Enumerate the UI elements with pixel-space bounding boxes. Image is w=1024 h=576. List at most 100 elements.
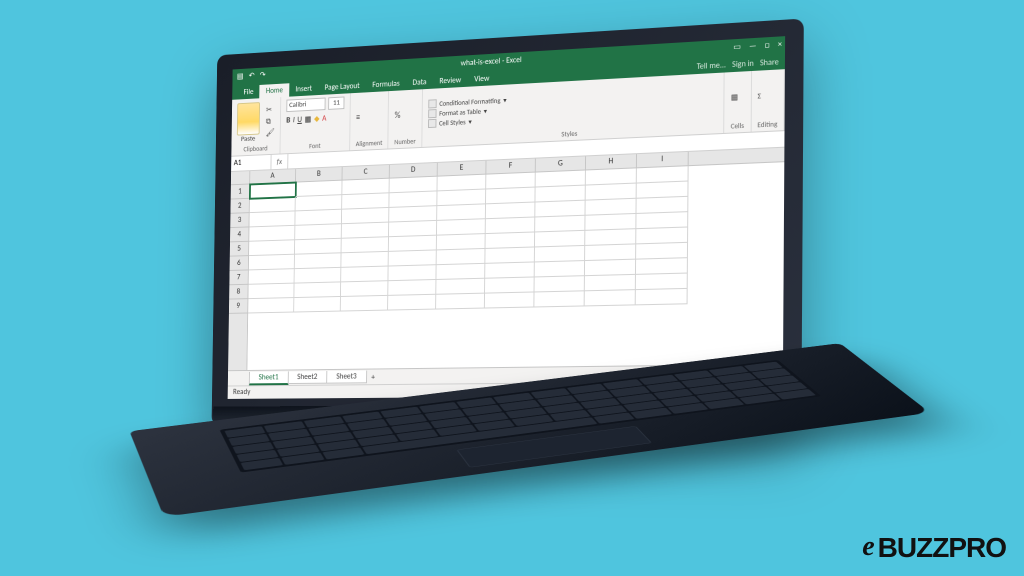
cell[interactable] [636,227,688,244]
cell[interactable] [294,268,341,284]
cell[interactable] [486,217,536,234]
cell[interactable] [636,197,688,214]
cell[interactable] [437,234,486,250]
cell[interactable] [249,269,295,285]
cell[interactable] [636,289,688,305]
copy-icon[interactable]: ⧉ [266,117,275,127]
cell[interactable] [585,244,636,261]
row-header[interactable]: 2 [230,199,249,214]
cell[interactable] [389,250,437,266]
cell[interactable] [248,298,294,313]
minimize-icon[interactable]: — [749,41,756,52]
col-header[interactable]: G [536,156,586,171]
cell[interactable] [535,231,585,248]
cell[interactable] [389,221,437,237]
cell[interactable] [249,226,295,242]
save-icon[interactable]: ▤ [237,72,244,82]
cell[interactable] [341,281,388,297]
maximize-icon[interactable]: □ [765,40,770,51]
cell[interactable] [249,255,295,271]
row-header[interactable]: 7 [229,270,248,285]
cell[interactable] [534,276,584,292]
italic-button[interactable]: I [293,115,295,125]
cell[interactable] [534,291,584,307]
col-header[interactable]: D [390,163,438,178]
cell[interactable] [295,210,342,226]
fx-icon[interactable]: fx [271,157,287,167]
cell[interactable] [535,216,585,233]
cell[interactable] [535,261,585,277]
cell[interactable] [437,204,486,221]
row-header[interactable]: 8 [229,285,248,300]
col-header[interactable]: I [637,152,689,167]
row-header[interactable]: 5 [230,242,249,257]
row-header[interactable]: 1 [231,184,250,199]
cell[interactable] [636,274,688,291]
share-button[interactable]: Share [760,57,779,68]
ribbon-options-icon[interactable]: ▭ [733,42,741,53]
cell[interactable] [388,280,436,296]
cell[interactable] [294,282,341,298]
cut-icon[interactable]: ✂ [266,105,275,115]
format-painter-icon[interactable]: 🖌 [266,128,275,138]
cell[interactable] [585,290,636,306]
cell[interactable] [485,277,535,293]
cell[interactable] [485,232,535,248]
cell[interactable] [341,296,389,312]
bold-button[interactable]: B [286,116,290,126]
cell[interactable] [436,294,485,310]
cell[interactable] [342,223,389,239]
cell[interactable] [248,284,294,300]
undo-icon[interactable]: ↶ [249,71,255,81]
font-name-select[interactable]: Calibri [286,98,325,113]
signin-link[interactable]: Sign in [732,59,754,70]
cell[interactable] [388,295,436,311]
col-header[interactable]: C [342,165,389,180]
cell[interactable] [342,208,389,224]
cell[interactable] [341,252,388,268]
cell[interactable] [295,224,342,240]
cell[interactable] [485,247,535,263]
cell[interactable] [249,240,295,256]
select-all-corner[interactable] [231,171,250,184]
cell[interactable] [295,239,342,255]
cell[interactable] [389,206,437,222]
col-header[interactable]: E [438,161,487,176]
row-header[interactable]: 3 [230,213,249,228]
col-header[interactable]: B [296,167,343,182]
row-header[interactable]: 4 [230,227,249,242]
cell[interactable] [436,279,485,295]
cell[interactable] [437,249,486,265]
name-box[interactable]: A1 [231,155,271,171]
cell[interactable] [636,212,688,229]
cell[interactable] [636,243,688,260]
row-header[interactable]: 6 [230,256,249,271]
cell[interactable] [294,297,341,313]
col-header[interactable]: F [486,159,536,174]
cell[interactable] [486,202,536,219]
cell[interactable] [389,236,437,252]
cell[interactable] [485,292,535,308]
paste-button[interactable] [237,102,260,136]
cell[interactable] [388,265,436,281]
cell[interactable] [535,246,585,263]
cell[interactable] [585,260,636,277]
col-header[interactable]: A [250,169,296,183]
cell[interactable] [295,253,342,269]
cell[interactable] [585,275,636,291]
row-header[interactable]: 9 [229,299,248,314]
col-header[interactable]: H [586,154,637,169]
cell[interactable] [585,214,636,231]
underline-button[interactable]: U [297,115,302,125]
cell[interactable] [249,211,295,227]
font-size-select[interactable]: 11 [328,96,344,109]
font-color-button[interactable]: A [322,114,326,124]
cell[interactable] [535,201,585,218]
cell[interactable] [585,199,636,216]
sheet-tab-1[interactable]: Sheet1 [249,371,289,385]
cell[interactable] [636,258,688,275]
sheet-tab-3[interactable]: Sheet3 [326,371,367,384]
cell[interactable] [437,219,486,235]
redo-icon[interactable]: ↷ [260,70,266,80]
sheet-tab-2[interactable]: Sheet2 [287,371,327,384]
